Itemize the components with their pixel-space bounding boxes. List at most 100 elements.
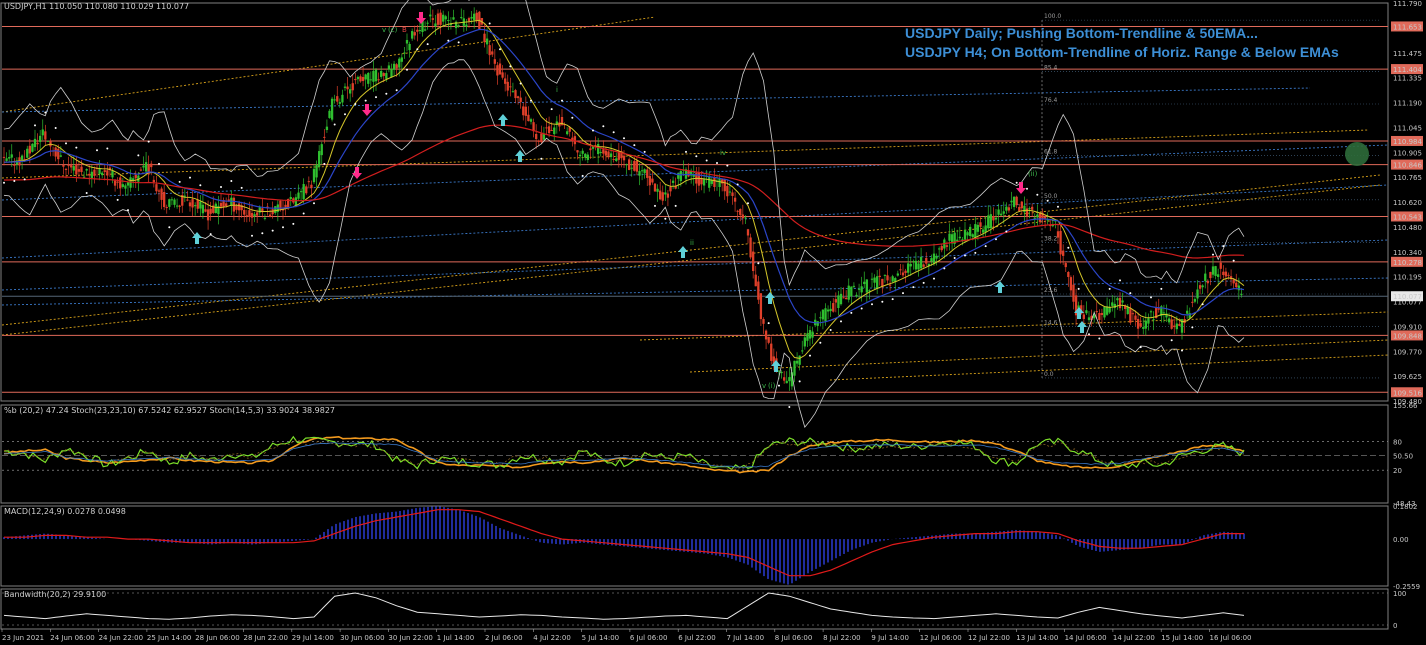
candle-body (72, 166, 75, 171)
fib-label-8: 0.0 (1044, 371, 1054, 378)
candle-body (578, 154, 582, 157)
candle-body (581, 150, 584, 154)
candle-body (1144, 320, 1147, 329)
time-label-15: 7 Jul 14:00 (727, 634, 765, 642)
candle-body (659, 190, 662, 200)
candle-body (589, 148, 592, 151)
candle-body (82, 176, 86, 178)
macd-panel[interactable]: MACD(12,24,9) 0.0278 0.0498 0.18020.00-0.… (0, 503, 1420, 591)
candle-body (1116, 298, 1119, 301)
psar-dot (116, 198, 119, 201)
candle-body (909, 263, 912, 267)
psar-dot (1212, 253, 1214, 256)
candle-body (584, 153, 587, 158)
psar-dot (1201, 303, 1204, 306)
oscillator-panel[interactable]: %b (20,2) 47.24 Stoch(23,23,10) 67.5242 … (0, 402, 1418, 508)
bandwidth-frame (0, 588, 1389, 630)
candle-body (1007, 207, 1011, 211)
candle-body (209, 208, 212, 214)
candle-body (170, 199, 174, 201)
candle-body (930, 258, 933, 262)
psar-dot (395, 89, 398, 92)
up-arrow-icon (515, 150, 525, 162)
candle-body (901, 272, 905, 276)
fib-label-0: 100.0 (1044, 13, 1061, 20)
candle-body (783, 377, 786, 381)
time-label-4: 28 Jun 06:00 (195, 634, 239, 642)
candle-body (1064, 263, 1067, 268)
candle-body (741, 214, 744, 219)
price-panel[interactable]: 100.085.476.461.850.038.223.614.60.0v (c)… (0, 0, 1423, 428)
candle-body (191, 199, 194, 208)
candle-body (1198, 285, 1202, 289)
candle-body (475, 12, 478, 22)
candle-body (178, 205, 181, 207)
psar-dot (1036, 193, 1039, 196)
candle-body (1010, 200, 1013, 203)
candle-body (465, 24, 468, 27)
candle-body (992, 216, 995, 221)
up-arrow-icon (771, 360, 781, 372)
psar-dot (96, 149, 98, 152)
psar-dot (530, 99, 532, 102)
candle-body (64, 168, 68, 170)
psar-dot (964, 254, 966, 257)
candle-body (271, 209, 274, 215)
candle-body (974, 224, 977, 238)
candle-body (700, 178, 703, 185)
candle-body (431, 18, 434, 20)
candle-body (103, 170, 106, 172)
candle-body (1018, 207, 1021, 212)
candle-body (1126, 306, 1129, 315)
candle-body (305, 186, 308, 194)
candle-body (635, 160, 639, 172)
candle-body (119, 177, 122, 189)
psar-dot (34, 124, 36, 127)
candle-body (372, 70, 375, 82)
candle-body (1196, 289, 1199, 299)
candle-body (622, 155, 626, 161)
candle-body (1038, 212, 1042, 222)
bandwidth-panel[interactable]: Bandwidth(20,2) 29.9100 100 0 (0, 588, 1406, 630)
psar-dot (75, 146, 78, 149)
candle-body (225, 203, 228, 207)
candle-body (361, 77, 365, 82)
candle-body (439, 12, 442, 25)
candle-body (165, 207, 168, 209)
annotation-line-2: USDJPY H4; On Bottom-Trendline of Horiz.… (905, 44, 1339, 60)
candle-body (847, 285, 850, 300)
candle-body (1167, 318, 1171, 323)
psar-dot (757, 262, 760, 265)
candle-body (1170, 319, 1173, 329)
fib-label-3: 61.8 (1044, 148, 1058, 155)
price-tick-14: 109.770 (1393, 348, 1422, 356)
candle-body (219, 202, 223, 207)
candle-body (423, 29, 427, 31)
candle-body (408, 43, 411, 51)
psar-dot (1057, 205, 1059, 208)
psar-dot (54, 126, 57, 129)
candle-body (537, 140, 540, 142)
candle-body (963, 229, 967, 240)
candle-body (403, 52, 406, 54)
level-tag-label-6: 110.077 (1393, 293, 1422, 301)
fib-label-1: 85.4 (1044, 64, 1058, 71)
candle-body (80, 166, 83, 173)
ema-mid-line (3, 28, 1245, 324)
candle-body (175, 205, 179, 207)
candle-body (824, 308, 827, 322)
candle-body (845, 297, 848, 300)
psar-dot (1015, 181, 1018, 184)
candle-body (268, 214, 272, 217)
time-label-0: 23 Jun 2021 (2, 634, 44, 642)
candle-body (850, 286, 853, 297)
candle-body (374, 69, 378, 82)
trend-line-6 (829, 354, 1389, 381)
candle-body (501, 72, 504, 78)
candle-body (630, 167, 633, 169)
candle-body (26, 148, 29, 158)
candle-body (728, 191, 732, 193)
percent-b-line (3, 442, 1245, 468)
time-label-20: 12 Jul 22:00 (968, 634, 1010, 642)
candle-body (914, 260, 918, 270)
